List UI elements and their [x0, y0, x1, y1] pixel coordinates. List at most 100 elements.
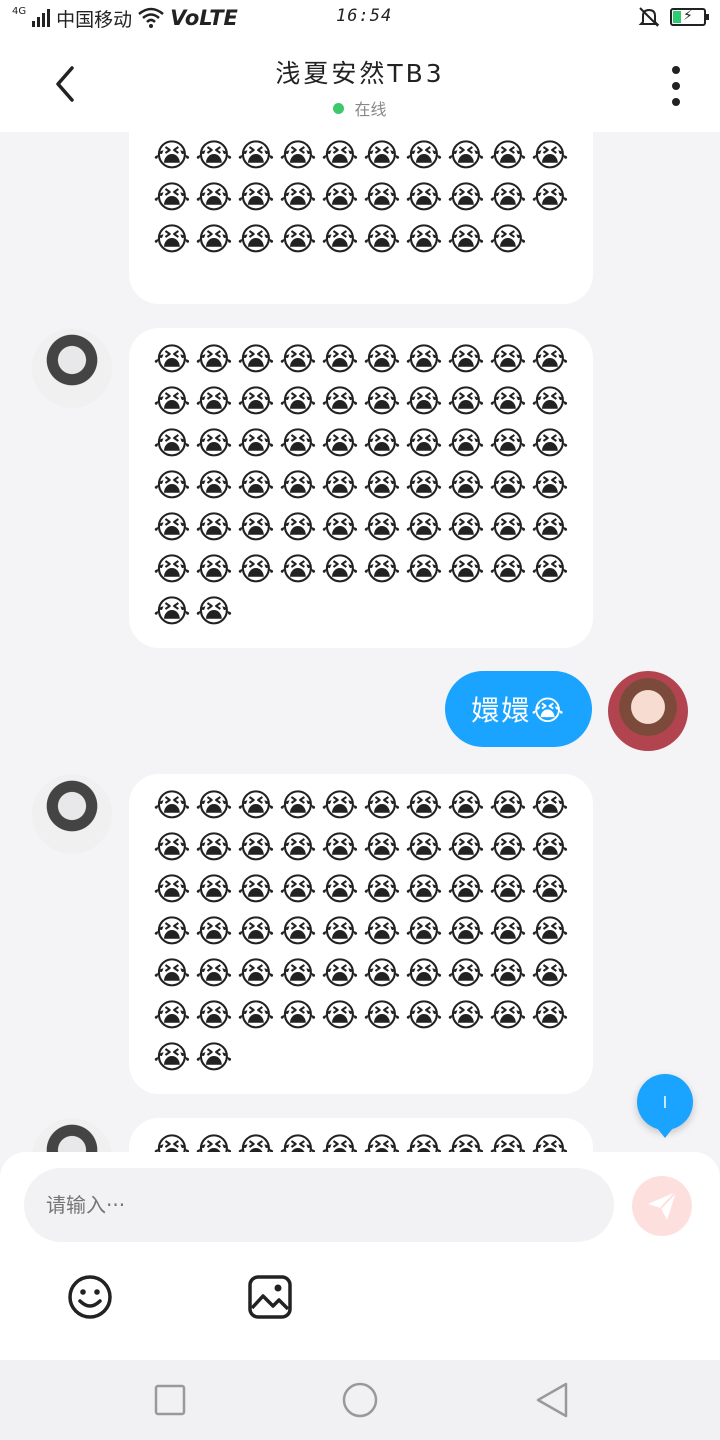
crying-emoji: 😭	[279, 466, 317, 504]
crying-emoji: 😭	[489, 340, 527, 378]
crying-emoji: 😭	[153, 870, 191, 908]
emoji-grid: 😭 😭 😭 😭 😭 😭 😭 😭 😭 😭 😭 😭 😭 😭 😭 😭 😭 😭 😭 😭 😭 😭 😭 😭 😭 😭 😭 😭 😭	[151, 134, 571, 260]
send-button[interactable]	[632, 1176, 692, 1236]
crying-emoji: 😭	[531, 1130, 569, 1152]
crying-emoji: 😭	[531, 424, 569, 462]
avatar-self[interactable]	[608, 671, 688, 751]
crying-emoji: 😭	[447, 828, 485, 866]
avatar-contact[interactable]	[32, 1118, 112, 1152]
crying-emoji: 😭	[363, 382, 401, 420]
smiley-icon[interactable]	[67, 1274, 113, 1320]
image-icon[interactable]	[247, 1274, 293, 1320]
online-status: 在线	[0, 96, 720, 120]
back-nav-icon[interactable]	[534, 1382, 570, 1418]
home-icon[interactable]	[342, 1382, 378, 1418]
crying-emoji: 😭	[153, 508, 191, 546]
crying-emoji: 😭	[363, 828, 401, 866]
crying-emoji: 😭	[237, 870, 275, 908]
message-bubble-received[interactable]: 😭 😭 😭 😭 😭 😭 😭 😭 😭 😭 😭 😭 😭 😭 😭 😭 😭 😭 😭 😭 😭 😭 😭 😭 😭 😭 😭 😭 😭	[129, 132, 593, 304]
crying-emoji: 😭	[447, 996, 485, 1034]
crying-emoji: 😭	[489, 508, 527, 546]
crying-emoji: 😭	[405, 220, 443, 258]
crying-emoji: 😭	[321, 912, 359, 950]
crying-emoji: 😭	[447, 508, 485, 546]
more-vertical-icon[interactable]	[664, 66, 688, 106]
crying-emoji: 😭	[447, 466, 485, 504]
crying-emoji: 😭	[321, 996, 359, 1034]
crying-emoji: 😭	[321, 178, 359, 216]
crying-emoji: 😭	[153, 382, 191, 420]
crying-emoji: 😭	[405, 382, 443, 420]
wifi-icon	[138, 7, 164, 28]
message-bubble-received[interactable]: 😭 😭 😭 😭 😭 😭 😭 😭 😭 😭 😭 😭 😭 😭 😭 😭 😭 😭 😭 😭 😭 😭 😭 😭 😭 😭 😭 😭 😭 😭 😭 😭 😭 😭 😭 😭 😭 😭 😭 😭…	[129, 328, 593, 648]
online-label: 在线	[354, 100, 387, 119]
crying-emoji: 😭	[363, 220, 401, 258]
crying-emoji: 😭	[489, 828, 527, 866]
status-left: 4G 中国移动 VoLTE	[12, 5, 238, 32]
crying-emoji: 😭	[363, 178, 401, 216]
crying-emoji: 😭	[279, 220, 317, 258]
crying-emoji: 😭	[447, 424, 485, 462]
crying-emoji: 😭	[237, 136, 275, 174]
crying-emoji: 😭	[447, 1130, 485, 1152]
crying-emoji: 😭	[489, 786, 527, 824]
crying-emoji: 😭	[279, 424, 317, 462]
crying-emoji: 😭	[153, 786, 191, 824]
status-right: ⚡	[638, 6, 709, 28]
crying-emoji: 😭	[195, 466, 233, 504]
crying-emoji: 😭	[405, 136, 443, 174]
composer	[0, 1152, 720, 1360]
volte-label: VoLTE	[170, 6, 238, 30]
crying-emoji: 😭	[153, 954, 191, 992]
crying-emoji: 😭	[489, 178, 527, 216]
message-bubble-received[interactable]: 😭 😭 😭 😭 😭 😭 😭 😭 😭 😭 😭 😭 😭 😭 😭 😭 😭 😭 😭 😭 😭 😭 😭 😭 😭 😭 😭 😭 😭 😭 😭 😭 😭 😭 😭 😭 😭 😭 😭 😭…	[129, 774, 593, 1094]
crying-emoji: 😭	[279, 550, 317, 588]
crying-emoji: 😭	[195, 996, 233, 1034]
crying-emoji: 😭	[531, 912, 569, 950]
crying-emoji: 😭	[405, 340, 443, 378]
crying-emoji: 😭	[279, 178, 317, 216]
chat-title: 浅夏安然TB3	[275, 59, 445, 88]
avatar-contact[interactable]	[32, 328, 112, 408]
crying-emoji: 😭	[447, 954, 485, 992]
crying-emoji: 😭	[153, 1038, 191, 1076]
message-input[interactable]	[24, 1168, 614, 1242]
crying-emoji: 😭	[195, 178, 233, 216]
crying-emoji: 😭	[321, 508, 359, 546]
crying-emoji: 😭	[279, 382, 317, 420]
message-bubble-received[interactable]: 😭 😭 😭 😭 😭 😭 😭 😭 😭 😭	[129, 1118, 593, 1152]
crying-emoji: 😭	[489, 550, 527, 588]
crying-emoji: 😭	[489, 220, 527, 258]
crying-emoji: 😭	[363, 954, 401, 992]
crying-emoji: 😭	[531, 508, 569, 546]
message-bubble-sent[interactable]: 嬛嬛😭	[445, 671, 592, 747]
crying-emoji: 😭	[237, 828, 275, 866]
crying-emoji: 😭	[363, 550, 401, 588]
crying-emoji: 😭	[195, 912, 233, 950]
crying-emoji: 😭	[363, 424, 401, 462]
crying-emoji: 😭	[489, 870, 527, 908]
crying-emoji: 😭	[237, 550, 275, 588]
message-list[interactable]: 😭 😭 😭 😭 😭 😭 😭 😭 😭 😭 😭 😭 😭 😭 😭 😭 😭 😭 😭 😭 😭 😭 😭 😭 😭 😭 😭 😭 😭 😭 😭 😭 😭 😭 😭 😭 😭 😭 😭…	[0, 132, 720, 1152]
crying-emoji: 😭	[237, 220, 275, 258]
crying-emoji: 😭	[153, 1130, 191, 1152]
emoji-grid: 😭 😭 😭 😭 😭 😭 😭 😭 😭 😭	[151, 1128, 571, 1152]
crying-emoji: 😭	[195, 136, 233, 174]
recent-apps-icon[interactable]	[152, 1382, 188, 1418]
crying-emoji: 😭	[153, 466, 191, 504]
crying-emoji: 😭	[447, 382, 485, 420]
crying-emoji: 😭	[405, 870, 443, 908]
crying-emoji: 😭	[531, 954, 569, 992]
crying-emoji: 😭	[237, 382, 275, 420]
crying-emoji: 😭	[531, 136, 569, 174]
avatar-contact[interactable]	[32, 774, 112, 854]
crying-emoji: 😭	[447, 786, 485, 824]
crying-emoji: 😭	[363, 912, 401, 950]
crying-emoji: 😭	[153, 178, 191, 216]
crying-emoji: 😭	[489, 1130, 527, 1152]
send-plane-icon	[648, 1191, 677, 1220]
crying-emoji: 😭	[321, 220, 359, 258]
crying-emoji: 😭	[531, 996, 569, 1034]
crying-emoji: 😭	[237, 954, 275, 992]
scroll-indicator-badge[interactable]: l	[637, 1074, 693, 1138]
